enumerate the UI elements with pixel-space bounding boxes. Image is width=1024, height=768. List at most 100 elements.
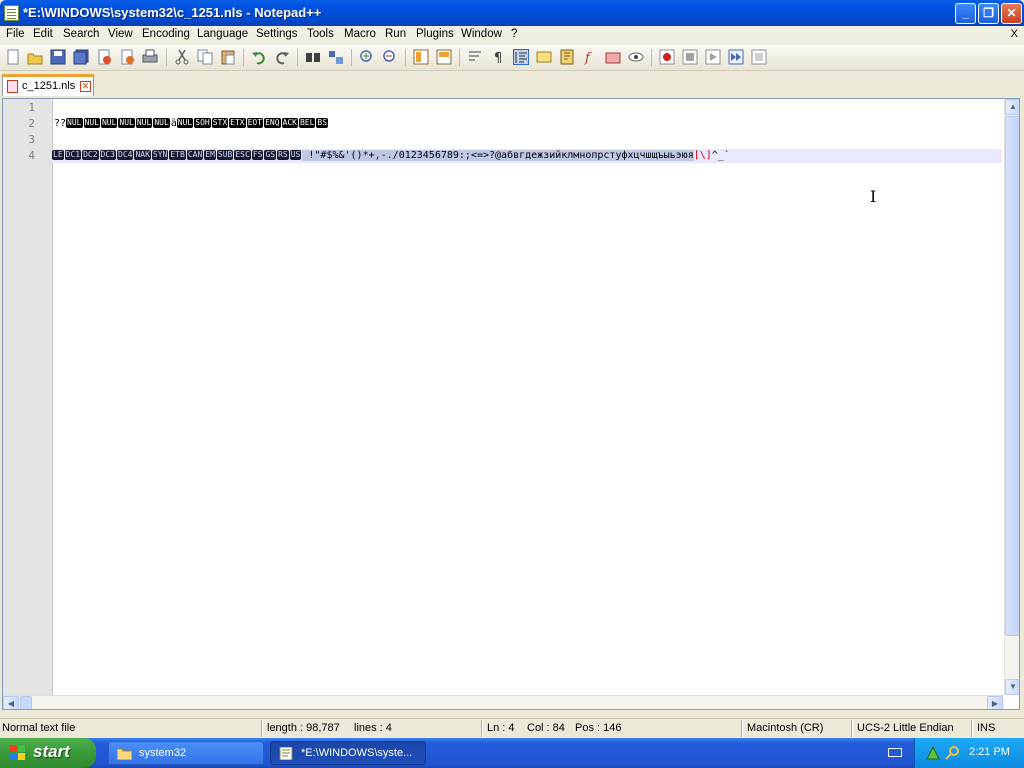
cut-icon[interactable] bbox=[174, 49, 190, 65]
sync-horizontal-icon[interactable] bbox=[436, 49, 452, 65]
menu-search[interactable]: Search bbox=[63, 28, 99, 40]
show-all-characters-icon[interactable]: ¶ bbox=[490, 49, 506, 66]
status-encoding[interactable]: UCS-2 Little Endian bbox=[857, 722, 954, 734]
menu-macro[interactable]: Macro bbox=[344, 28, 376, 40]
new-file-icon[interactable] bbox=[5, 49, 21, 65]
doc-map-icon[interactable] bbox=[559, 49, 575, 65]
save-icon[interactable] bbox=[50, 49, 66, 65]
line2-prefix: ?? bbox=[54, 118, 67, 129]
line4-text: !"#$%&'()*+,-./0123456789:;<=>?@абвгдежз… bbox=[302, 150, 694, 161]
line4-tail: ^_` bbox=[711, 150, 730, 161]
close-file-icon[interactable] bbox=[96, 49, 112, 65]
network-icon[interactable] bbox=[925, 745, 941, 761]
save-macro-icon[interactable] bbox=[751, 49, 767, 65]
menu-view[interactable]: View bbox=[108, 28, 133, 40]
undo-icon[interactable] bbox=[251, 49, 267, 65]
folder-icon bbox=[117, 748, 132, 760]
redo-icon[interactable] bbox=[274, 49, 290, 65]
close-all-icon[interactable] bbox=[119, 49, 135, 65]
control-char-token: DC3 bbox=[99, 150, 116, 160]
menu-plugins[interactable]: Plugins bbox=[416, 28, 454, 40]
scroll-left-icon[interactable]: ◀ bbox=[3, 696, 19, 709]
run-macro-multiple-icon[interactable] bbox=[728, 49, 744, 65]
line-number: 1 bbox=[28, 101, 35, 114]
paste-icon[interactable] bbox=[220, 49, 236, 65]
monitoring-eye-icon[interactable] bbox=[628, 49, 644, 65]
control-char-token: DC2 bbox=[82, 150, 99, 160]
scroll-down-icon[interactable]: ▼ bbox=[1005, 679, 1019, 695]
menu-settings[interactable]: Settings bbox=[256, 28, 298, 40]
notepad-plus-plus-icon bbox=[279, 747, 293, 760]
search-icon[interactable] bbox=[945, 745, 961, 761]
sync-vertical-icon[interactable] bbox=[413, 49, 429, 65]
record-macro-icon[interactable] bbox=[659, 49, 675, 65]
menu-file[interactable]: File bbox=[6, 28, 25, 40]
system-tray: 2:21 PM bbox=[914, 738, 1024, 768]
save-all-icon[interactable] bbox=[73, 49, 89, 65]
control-char-token: CAN bbox=[186, 150, 204, 160]
control-char-token: DC1 bbox=[64, 150, 82, 160]
window-title: *E:\WINDOWS\system32\c_1251.nls - Notepa… bbox=[23, 5, 322, 20]
editor[interactable]: 1 2 3 4 ??NUL NUL NUL NUL NUL NUL äNUL SOH STX ET… bbox=[2, 98, 1020, 710]
folder-as-workspace-icon[interactable] bbox=[605, 49, 621, 65]
stop-recording-icon[interactable] bbox=[682, 49, 698, 65]
replace-icon[interactable] bbox=[328, 49, 344, 65]
control-char-token: NUL bbox=[153, 118, 170, 128]
zoom-in-icon[interactable] bbox=[359, 49, 375, 65]
title-bar[interactable]: *E:\WINDOWS\system32\c_1251.nls - Notepa… bbox=[0, 0, 1024, 26]
line-number: 3 bbox=[28, 133, 35, 146]
control-char-token: SUB bbox=[216, 150, 234, 160]
close-document-button[interactable]: X bbox=[1011, 28, 1018, 40]
windows-logo-icon bbox=[10, 745, 26, 761]
menu-run[interactable]: Run bbox=[385, 28, 406, 40]
control-char-token: SYN bbox=[151, 150, 169, 160]
vertical-scroll-thumb[interactable] bbox=[1005, 116, 1019, 636]
taskbar-item-notepad-plus-plus[interactable]: *E:\WINDOWS\syste... bbox=[270, 741, 426, 765]
function-list-icon[interactable]: f bbox=[582, 49, 598, 66]
minimize-button[interactable]: _ bbox=[955, 3, 976, 24]
control-char-token: NUL bbox=[135, 118, 153, 128]
playback-macro-icon[interactable] bbox=[705, 49, 721, 65]
clock: 2:21 PM bbox=[969, 746, 1010, 758]
horizontal-scrollbar[interactable]: ◀ ▶ bbox=[3, 695, 1004, 709]
status-line: Ln : 4 bbox=[487, 722, 515, 734]
line-number-gutter: 1 2 3 4 bbox=[3, 99, 53, 695]
svg-text:¶: ¶ bbox=[494, 51, 502, 65]
indent-guide-icon[interactable] bbox=[513, 49, 529, 65]
zoom-out-icon[interactable] bbox=[382, 49, 398, 65]
scroll-up-icon[interactable]: ▲ bbox=[1005, 99, 1019, 115]
keyboard-icon[interactable] bbox=[888, 748, 902, 757]
menu-encoding[interactable]: Encoding bbox=[142, 28, 190, 40]
task-label: system32 bbox=[139, 747, 187, 759]
status-insert-mode[interactable]: INS bbox=[977, 722, 995, 734]
start-button[interactable]: start bbox=[0, 738, 96, 768]
menu-help[interactable]: ? bbox=[511, 28, 517, 40]
close-button[interactable]: ✕ bbox=[1001, 3, 1022, 24]
open-file-icon[interactable] bbox=[27, 49, 43, 65]
word-wrap-icon[interactable] bbox=[467, 49, 483, 65]
control-char-token: DC4 bbox=[117, 150, 134, 160]
scroll-right-icon[interactable]: ▶ bbox=[987, 696, 1003, 709]
status-eol-format[interactable]: Macintosh (CR) bbox=[747, 722, 823, 734]
find-icon[interactable] bbox=[305, 49, 321, 65]
copy-icon[interactable] bbox=[197, 49, 213, 65]
control-char-token: NAK bbox=[134, 150, 151, 160]
line4-brackets: [\] bbox=[693, 150, 712, 161]
horizontal-scroll-thumb[interactable] bbox=[20, 696, 32, 709]
status-filetype: Normal text file bbox=[2, 722, 76, 734]
tab-close-icon[interactable]: ✕ bbox=[80, 81, 91, 92]
vertical-scrollbar[interactable]: ▲ ▼ bbox=[1004, 99, 1019, 695]
maximize-button[interactable]: ❐ bbox=[978, 3, 999, 24]
notepad-plus-plus-icon bbox=[4, 5, 19, 21]
menu-window[interactable]: Window bbox=[461, 28, 502, 40]
menu-tools[interactable]: Tools bbox=[307, 28, 334, 40]
menu-language[interactable]: Language bbox=[197, 28, 248, 40]
svg-text:f: f bbox=[584, 51, 592, 65]
print-icon[interactable] bbox=[142, 49, 158, 65]
taskbar-item-system32[interactable]: system32 bbox=[108, 741, 264, 765]
menu-edit[interactable]: Edit bbox=[33, 28, 53, 40]
user-language-icon[interactable] bbox=[536, 49, 552, 65]
tab-c1251-nls[interactable]: c_1251.nls ✕ bbox=[2, 74, 94, 96]
control-char-token: ETB bbox=[169, 150, 186, 160]
status-length: length : 98,787 bbox=[267, 722, 340, 734]
